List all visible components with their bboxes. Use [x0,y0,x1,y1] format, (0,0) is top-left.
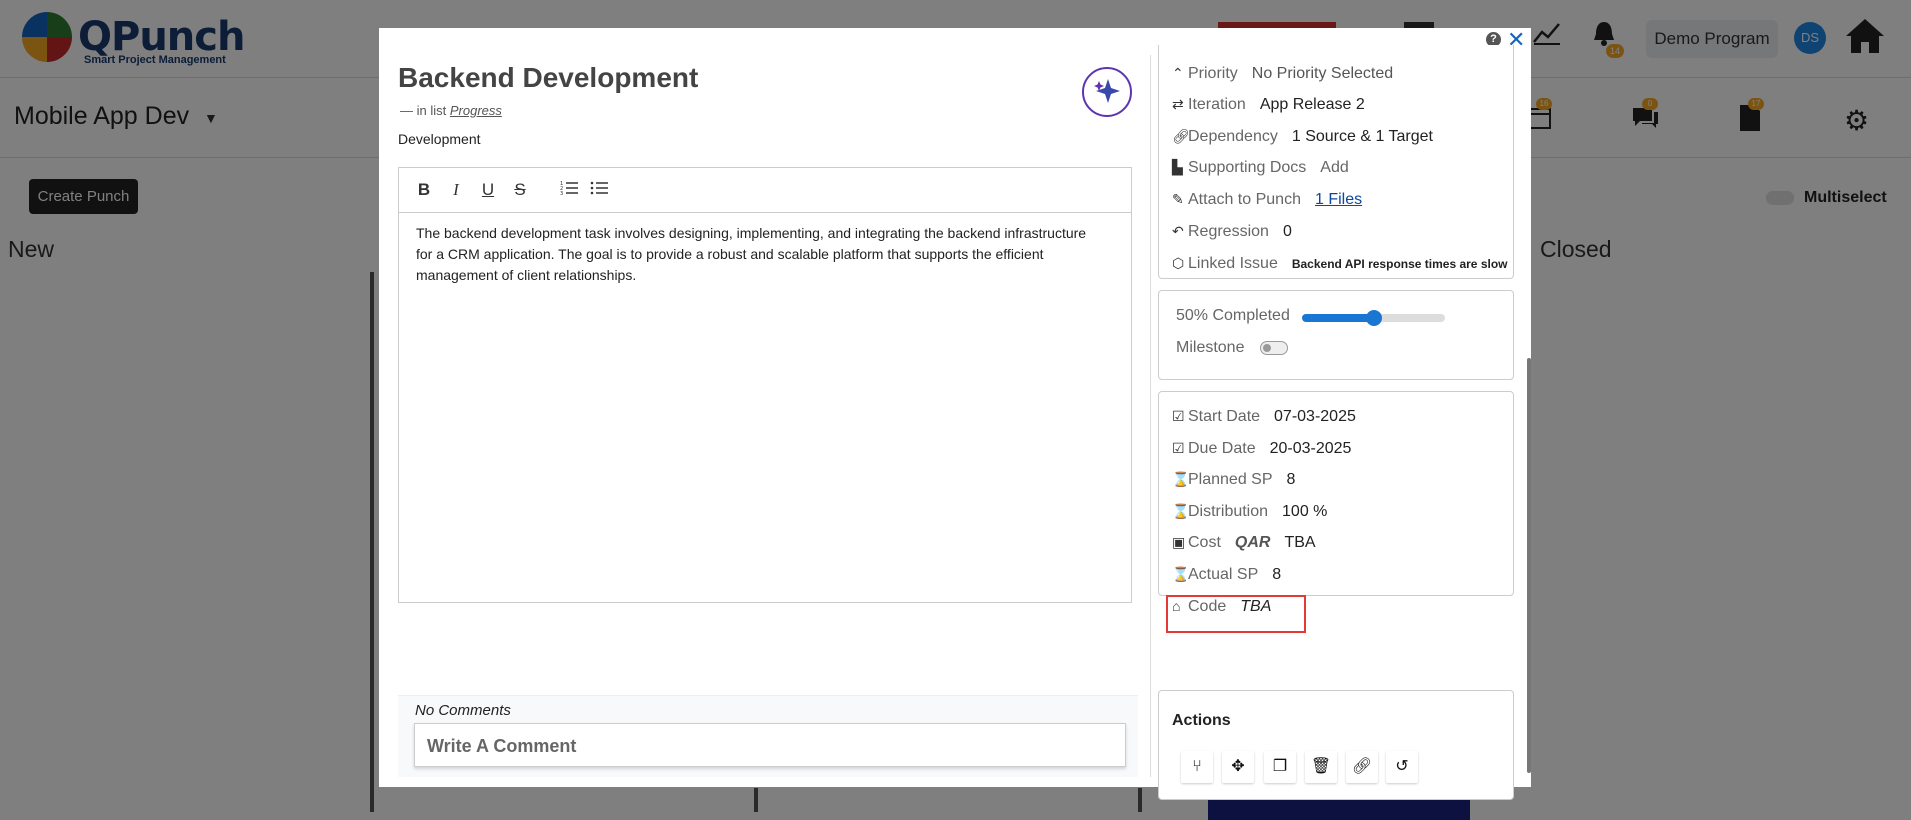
cube-icon: ⬡ [1172,255,1185,271]
distribution-row[interactable]: ⌛Distribution 100 % [1172,503,1327,521]
pane-divider [1150,55,1151,777]
regression-value[interactable]: 0 [1283,223,1292,240]
linked-issue-label: Linked Issue [1188,255,1278,272]
toggle-knob [1263,344,1271,352]
task-main-pane: Backend Development — in list Progress D… [390,55,1146,777]
list-breadcrumb: — in list Progress [400,103,502,118]
cost-value[interactable]: TBA [1284,534,1315,551]
task-details-pane: ⌃ Priority No Priority Selected ⇄ Iteration… [1158,45,1528,800]
svg-text:3: 3 [560,191,563,196]
actions-title: Actions [1172,712,1231,729]
cost-currency[interactable]: QAR [1235,534,1271,551]
description-text[interactable]: The backend development task involves de… [416,223,1106,286]
link-icon[interactable]: 🔗︎ [1346,751,1378,783]
planned-sp-row[interactable]: ⌛Planned SP 8 [1172,471,1295,489]
ai-sparkle-button[interactable] [1082,67,1132,117]
details-card: ⌃ Priority No Priority Selected ⇄ Iteration… [1158,45,1514,279]
history-icon[interactable]: ↺ [1386,751,1418,783]
move-icon[interactable]: ✥ [1222,751,1254,783]
editor-toolbar: B I U S 123 [399,168,1131,213]
regression-label: Regression [1188,223,1269,240]
supporting-docs-label: Supporting Docs [1188,159,1307,176]
slider-fill [1302,314,1374,322]
punch-detail-modal: ? ✕ Backend Development — in list Progre… [379,28,1531,800]
priority-icon: ⌃ [1172,65,1184,81]
cost-row[interactable]: ▣ Cost QAR TBA [1172,534,1316,552]
italic-button[interactable]: I [447,180,465,200]
dependency-row[interactable]: 🔗︎Dependency 1 Source & 1 Target [1172,128,1433,146]
linked-issue-value[interactable]: Backend API response times are slow [1292,257,1508,271]
dependency-label: Dependency [1188,128,1278,145]
iteration-label: Iteration [1188,96,1246,113]
actual-sp-value[interactable]: 8 [1272,566,1281,583]
actual-sp-label: Actual SP [1188,566,1259,583]
distribution-label: Distribution [1188,503,1269,520]
list-link[interactable]: Progress [450,103,502,118]
dependency-value[interactable]: 1 Source & 1 Target [1292,128,1433,145]
file-icon: ▙ [1172,159,1183,175]
strikethrough-button[interactable]: S [511,180,529,200]
schedule-card: ☑ Start Date 07-03-2025 ☑ Due Date 20-03-202… [1158,391,1514,615]
due-date-value[interactable]: 20-03-2025 [1270,440,1352,457]
fork-icon[interactable]: ⑂ [1181,751,1213,783]
ordered-list-icon[interactable]: 123 [559,180,579,200]
link-icon: 🔗︎ [1172,128,1190,144]
repeat-icon: ⇄ [1172,96,1184,112]
completion-slider[interactable] [1302,310,1445,326]
distribution-value[interactable]: 100 % [1282,503,1327,520]
task-title[interactable]: Backend Development [398,62,698,94]
comments-section: No Comments Write A Comment [398,695,1138,777]
due-date-label: Due Date [1188,440,1256,457]
completion-label: 50% Completed [1176,307,1290,324]
attach-row[interactable]: ✎ Attach to Punch 1 Files [1172,191,1362,209]
actions-card: Actions ⑂ ✥ ❐ 🗑︎ 🔗︎ ↺ [1158,690,1514,800]
bold-button[interactable]: B [415,180,433,200]
start-date-row[interactable]: ☑ Start Date 07-03-2025 [1172,408,1356,426]
money-icon: ▣ [1172,534,1186,550]
description-editor: B I U S 123 The backend development task… [398,167,1132,603]
iteration-value[interactable]: App Release 2 [1260,96,1365,113]
calendar-check-icon: ☑ [1172,408,1185,424]
calendar-check-icon: ☑ [1172,440,1185,456]
copy-icon[interactable]: ❐ [1264,751,1296,783]
planned-sp-label: Planned SP [1188,471,1273,488]
attach-files-link[interactable]: 1 Files [1315,191,1362,208]
start-date-label: Start Date [1188,408,1261,425]
modal-scrollbar[interactable] [1527,358,1531,773]
iteration-row[interactable]: ⇄ Iteration App Release 2 [1172,96,1365,114]
supporting-docs-row[interactable]: ▙ Supporting Docs Add [1172,159,1349,177]
due-date-row[interactable]: ☑ Due Date 20-03-2025 [1172,440,1351,458]
actual-sp-highlight [1166,595,1306,633]
sparkle-icon [1094,79,1120,103]
slider-thumb[interactable] [1365,310,1382,326]
trash-icon[interactable]: 🗑︎ [1305,751,1337,783]
bullet-list-icon[interactable] [589,180,609,200]
supporting-docs-add[interactable]: Add [1320,159,1348,176]
regression-row[interactable]: ↶ Regression 0 [1172,223,1292,241]
task-type[interactable]: Development [398,131,481,147]
comment-input[interactable]: Write A Comment [414,723,1126,767]
priority-value[interactable]: No Priority Selected [1252,65,1393,82]
actual-sp-row[interactable]: ⌛Actual SP 8 [1172,566,1281,584]
hourglass-icon: ⌛ [1172,471,1190,487]
no-comments-label: No Comments [415,702,511,719]
hourglass-icon: ⌛ [1172,503,1190,519]
priority-row[interactable]: ⌃ Priority No Priority Selected [1172,65,1393,83]
paperclip-icon: ✎ [1172,191,1184,207]
cost-label: Cost [1188,534,1221,551]
attach-label: Attach to Punch [1188,191,1301,208]
priority-label: Priority [1188,65,1238,82]
in-list-prefix: — in list [400,103,447,118]
reply-icon: ↶ [1172,223,1184,239]
underline-button[interactable]: U [479,180,497,200]
hourglass-icon: ⌛ [1172,566,1190,582]
linked-issue-row[interactable]: ⬡ Linked Issue Backend API response times … [1172,255,1508,273]
milestone-label: Milestone [1176,339,1245,356]
start-date-value[interactable]: 07-03-2025 [1274,408,1356,425]
milestone-toggle[interactable] [1260,341,1288,355]
planned-sp-value[interactable]: 8 [1287,471,1296,488]
progress-card: 50% Completed Milestone [1158,290,1514,380]
